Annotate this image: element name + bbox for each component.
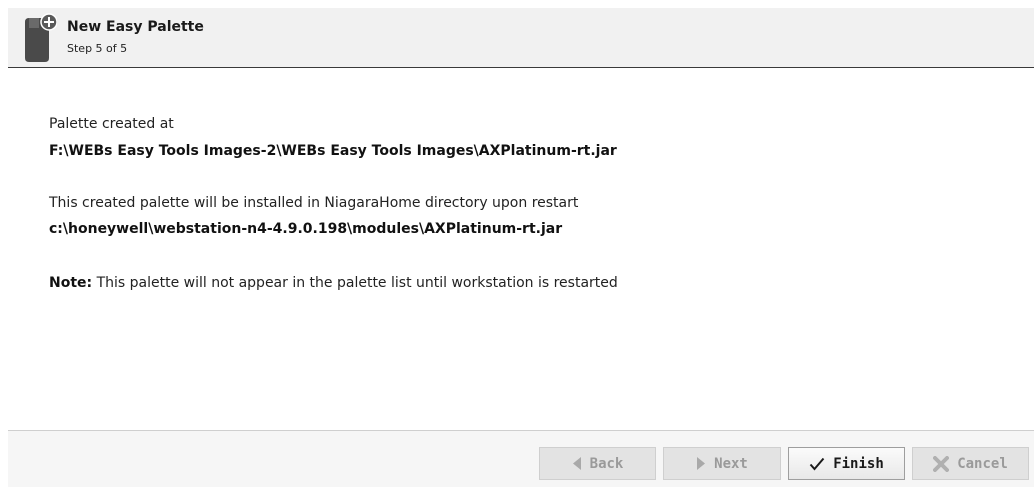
back-button[interactable]: Back (539, 447, 656, 480)
note-text: This palette will not appear in the pale… (92, 275, 618, 291)
wizard-title: New Easy Palette (67, 19, 204, 35)
note-label: Note: (49, 275, 93, 291)
back-button-label: Back (589, 455, 624, 472)
next-button-label: Next (714, 455, 748, 472)
arrow-right-icon (697, 457, 706, 470)
wizard-step: Step 5 of 5 (67, 42, 128, 55)
created-path: F:\WEBs Easy Tools Images-2\WEBs Easy To… (49, 143, 617, 159)
install-path: c:\honeywell\webstation-n4-4.9.0.198\mod… (49, 221, 563, 237)
finish-button[interactable]: Finish (788, 447, 905, 480)
arrow-left-icon (572, 457, 581, 470)
created-label: Palette created at (49, 116, 174, 132)
install-label: This created palette will be installed i… (49, 195, 579, 211)
cancel-button-label: Cancel (957, 455, 1008, 472)
wizard-header: New Easy Palette Step 5 of 5 (8, 8, 1034, 68)
note-line: Note: This palette will not appear in th… (49, 275, 618, 291)
cancel-button[interactable]: Cancel (912, 447, 1029, 480)
finish-button-label: Finish (833, 455, 884, 472)
palette-add-icon (25, 13, 57, 62)
checkmark-icon (809, 457, 825, 471)
next-button[interactable]: Next (663, 447, 781, 480)
cross-icon (933, 455, 950, 472)
